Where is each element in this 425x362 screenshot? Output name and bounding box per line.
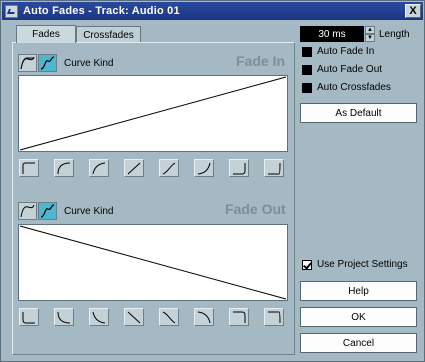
fade-in-preset-6[interactable]: [194, 159, 214, 177]
fade-out-preset-2[interactable]: [54, 308, 74, 326]
linear-curve-icon[interactable]: [18, 54, 37, 72]
fade-out-graph[interactable]: [18, 224, 288, 301]
length-label: Length: [379, 29, 410, 40]
fade-in-curve-kind-label: Curve Kind: [64, 58, 114, 69]
fade-out-preset-8[interactable]: [264, 308, 284, 326]
length-input[interactable]: 30 ms: [300, 26, 364, 42]
tab-fades[interactable]: Fades: [16, 25, 76, 43]
fade-out-title: Fade Out: [225, 201, 286, 217]
auto-fade-in-label: Auto Fade In: [317, 46, 375, 57]
fade-in-title: Fade In: [236, 53, 286, 69]
use-project-settings-label: Use Project Settings: [317, 259, 408, 270]
tab-crossfades[interactable]: Crossfades: [76, 26, 141, 43]
auto-crossfades-checkbox[interactable]: [302, 83, 312, 93]
as-default-button[interactable]: As Default: [300, 103, 417, 123]
close-button[interactable]: X: [405, 4, 421, 18]
spline-curve-icon[interactable]: [38, 54, 57, 72]
auto-crossfades-label: Auto Crossfades: [317, 82, 391, 93]
cancel-button[interactable]: Cancel: [300, 333, 417, 353]
ok-button[interactable]: OK: [300, 307, 417, 327]
fade-in-preset-7[interactable]: [229, 159, 249, 177]
fade-in-preset-5[interactable]: [159, 159, 179, 177]
fade-in-preset-1[interactable]: [19, 159, 39, 177]
auto-fade-out-checkbox[interactable]: [302, 65, 312, 75]
fade-out-curve-kind-label: Curve Kind: [64, 206, 114, 217]
auto-fade-out-label: Auto Fade Out: [317, 64, 383, 75]
app-icon: [5, 4, 18, 18]
auto-fade-in-checkbox[interactable]: [302, 47, 312, 57]
help-button[interactable]: Help: [300, 281, 417, 301]
title-bar[interactable]: Auto Fades - Track: Audio 01 X: [2, 2, 423, 20]
fade-in-graph[interactable]: [18, 75, 288, 152]
use-project-settings-checkbox[interactable]: [302, 260, 312, 270]
fade-out-preset-4[interactable]: [124, 308, 144, 326]
fade-in-preset-4[interactable]: [124, 159, 144, 177]
fade-in-preset-3[interactable]: [89, 159, 109, 177]
length-up-icon[interactable]: ▲: [365, 26, 375, 34]
linear-curve-icon[interactable]: [18, 202, 37, 220]
length-down-icon[interactable]: ▼: [365, 34, 375, 42]
auto-fades-dialog: Auto Fades - Track: Audio 01 X Fades Cro…: [0, 0, 425, 362]
fade-out-preset-6[interactable]: [194, 308, 214, 326]
fade-out-preset-3[interactable]: [89, 308, 109, 326]
spline-curve-icon[interactable]: [38, 202, 57, 220]
fade-out-preset-1[interactable]: [19, 308, 39, 326]
window-title: Auto Fades - Track: Audio 01: [23, 5, 180, 17]
fade-out-preset-5[interactable]: [159, 308, 179, 326]
fade-in-preset-2[interactable]: [54, 159, 74, 177]
fade-out-preset-7[interactable]: [229, 308, 249, 326]
fade-in-preset-8[interactable]: [264, 159, 284, 177]
